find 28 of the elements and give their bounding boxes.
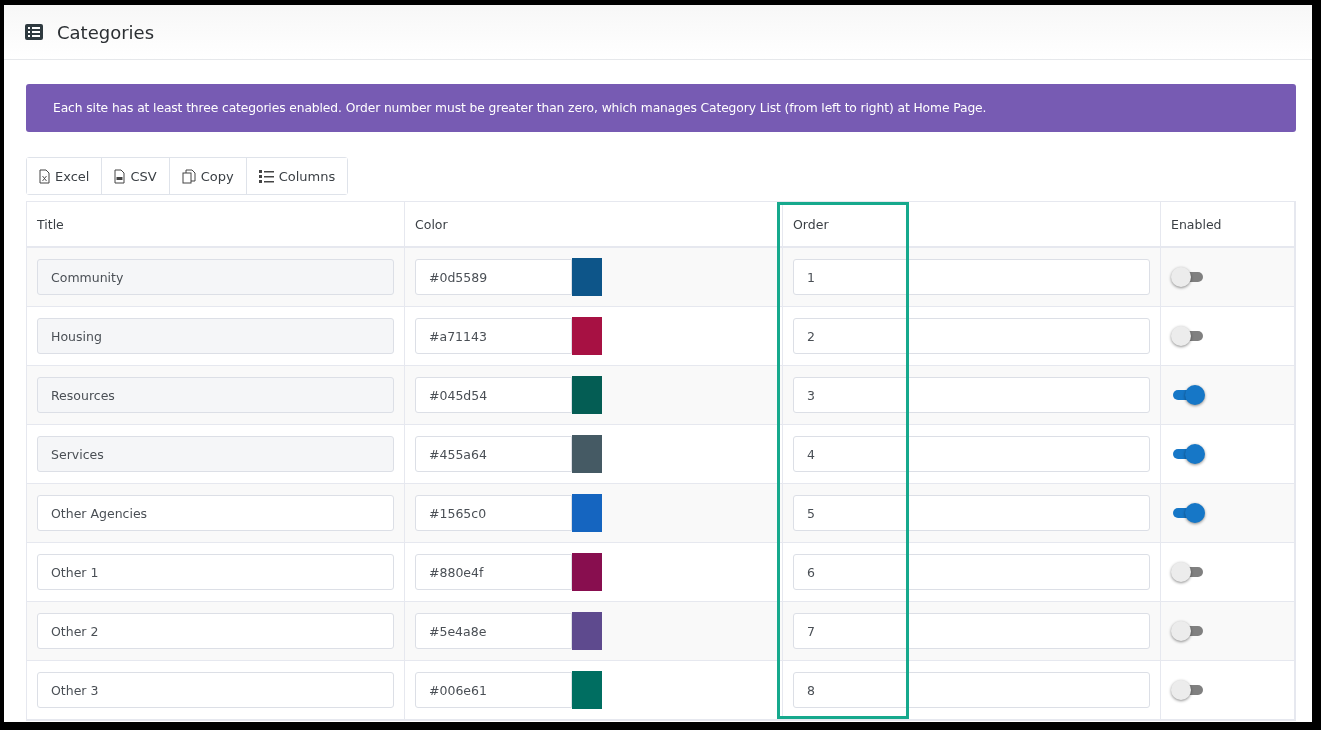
page-title: Categories <box>57 21 155 43</box>
toggle-switch[interactable] <box>1171 679 1205 701</box>
color-swatch[interactable] <box>572 612 602 650</box>
color-field[interactable]: #5e4a8e <box>415 613 572 649</box>
copy-icon <box>181 168 196 184</box>
excel-button[interactable]: Excel <box>27 158 103 194</box>
title-field[interactable]: Other 3 <box>37 672 394 708</box>
order-field[interactable]: 5 <box>793 495 1150 531</box>
list-icon <box>258 169 274 183</box>
color-field[interactable]: #880e4f <box>415 554 572 590</box>
file-icon <box>39 168 50 184</box>
color-field[interactable]: #006e61 <box>415 672 572 708</box>
title-field[interactable]: Other 1 <box>37 554 394 590</box>
color-swatch[interactable] <box>572 671 602 709</box>
file-icon <box>114 168 126 184</box>
color-swatch[interactable] <box>572 494 602 532</box>
info-alert: Each site has at least three categories enabled. Order number must be greater than zero, which manages Category List (from left to right) at Home Page. <box>26 84 1296 132</box>
toggle-switch[interactable] <box>1171 502 1205 524</box>
toggle-switch[interactable] <box>1171 620 1205 642</box>
toggle-switch[interactable] <box>1171 561 1205 583</box>
title-field[interactable]: Other 2 <box>37 613 394 649</box>
order-field[interactable]: 8 <box>793 672 1150 708</box>
order-field[interactable]: 6 <box>793 554 1150 590</box>
title-field[interactable]: Other Agencies <box>37 495 394 531</box>
order-field[interactable]: 7 <box>793 613 1150 649</box>
color-swatch[interactable] <box>572 553 602 591</box>
list-icon <box>25 24 43 40</box>
color-field[interactable]: #1565c0 <box>415 495 572 531</box>
